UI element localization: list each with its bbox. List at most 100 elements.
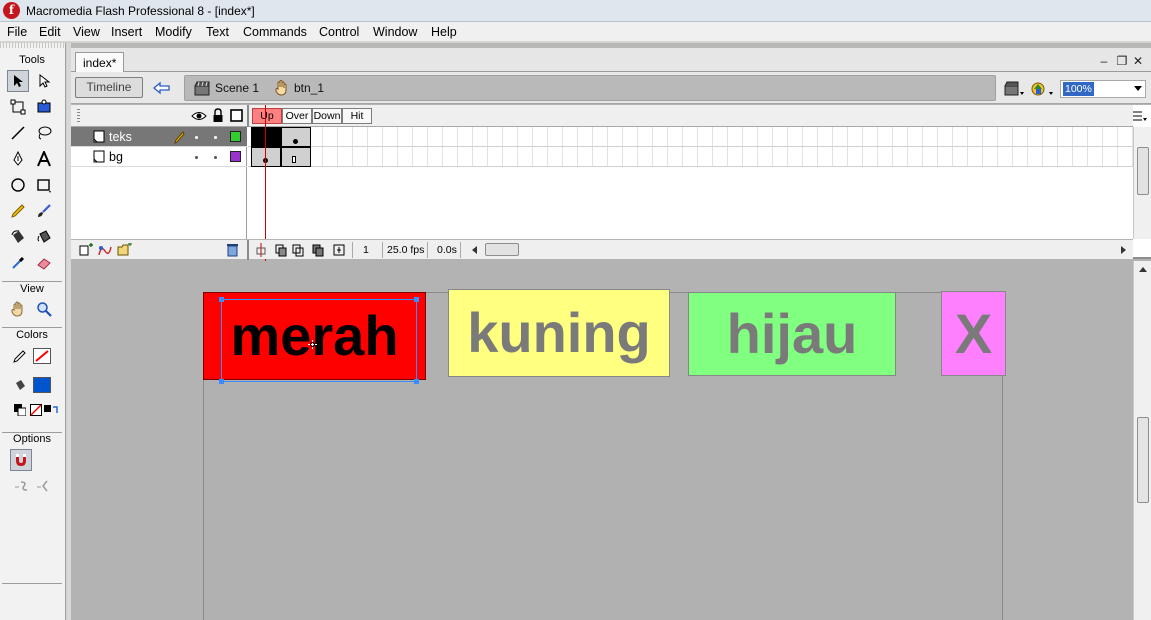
subselection-tool[interactable]: [33, 70, 55, 92]
chevron-down-icon[interactable]: [1134, 86, 1142, 91]
button-x[interactable]: X: [941, 291, 1006, 376]
lasso-tool[interactable]: [33, 122, 55, 144]
timeline-vertical-scrollbar[interactable]: [1133, 127, 1151, 239]
visibility-dot[interactable]: [195, 136, 198, 139]
show-hide-all-eye-icon[interactable]: [191, 110, 207, 122]
menu-control[interactable]: Control: [319, 25, 359, 39]
free-transform-tool[interactable]: [7, 96, 29, 118]
snap-to-objects-button[interactable]: [10, 449, 32, 471]
back-button[interactable]: [151, 79, 175, 97]
state-over[interactable]: Over: [282, 108, 312, 124]
layer-name[interactable]: bg: [109, 150, 123, 164]
scroll-up-arrow-icon[interactable]: [1139, 267, 1147, 272]
menu-text[interactable]: Text: [206, 25, 229, 39]
rectangle-tool[interactable]: [33, 174, 55, 196]
transform-handle[interactable]: [414, 379, 419, 384]
delete-layer-icon[interactable]: [226, 243, 239, 257]
transform-handle[interactable]: [219, 297, 224, 302]
swap-colors-button[interactable]: [40, 399, 62, 421]
layer-row[interactable]: teks: [71, 127, 247, 147]
edit-scene-button[interactable]: [1003, 80, 1025, 98]
timeline-options-icon[interactable]: [1132, 110, 1148, 123]
lock-all-icon[interactable]: [212, 108, 224, 123]
timeline-toggle-button[interactable]: Timeline: [75, 77, 143, 98]
button-hijau[interactable]: hijau: [688, 292, 896, 376]
timeline-divider[interactable]: [247, 105, 249, 127]
frame-span[interactable]: [281, 147, 311, 167]
add-motion-guide-icon[interactable]: [97, 243, 113, 257]
playhead[interactable]: [265, 105, 266, 261]
state-hit[interactable]: Hit: [342, 108, 372, 124]
keyframe-over[interactable]: [281, 127, 311, 147]
stroke-color-swatch[interactable]: [33, 348, 51, 364]
outline-color-swatch[interactable]: [230, 131, 241, 142]
stroke-color-icon-button[interactable]: [9, 345, 31, 367]
document-tab[interactable]: index*: [75, 52, 125, 73]
horizontal-scroll-thumb[interactable]: [485, 243, 519, 256]
menu-insert[interactable]: Insert: [111, 25, 142, 39]
smooth-button[interactable]: [11, 475, 33, 497]
menu-edit[interactable]: Edit: [39, 25, 61, 39]
breadcrumb-symbol[interactable]: btn_1: [273, 80, 324, 96]
stage-vertical-scrollbar[interactable]: [1133, 261, 1151, 620]
paint-bucket-tool[interactable]: [33, 226, 55, 248]
insert-folder-icon[interactable]: [117, 243, 132, 257]
frame-row-bg[interactable]: [248, 147, 1134, 167]
ink-bottle-tool[interactable]: [7, 226, 29, 248]
modify-onion-markers-icon[interactable]: [333, 243, 345, 257]
transform-handle[interactable]: [414, 297, 419, 302]
zoom-tool[interactable]: [33, 298, 55, 320]
center-frame-icon[interactable]: [255, 243, 267, 257]
layer-name[interactable]: teks: [109, 130, 132, 144]
menu-help[interactable]: Help: [431, 25, 457, 39]
keyframe-up[interactable]: [251, 127, 281, 147]
restore-icon[interactable]: ❐: [1115, 54, 1129, 68]
lock-dot[interactable]: [214, 136, 217, 139]
hand-tool[interactable]: [7, 298, 29, 320]
lock-dot[interactable]: [214, 156, 217, 159]
straighten-button[interactable]: [33, 475, 55, 497]
timeline-horizontal-scrollbar[interactable]: [468, 242, 1133, 258]
timeline-grip[interactable]: [77, 109, 80, 123]
edit-multiple-frames-icon[interactable]: [312, 243, 324, 257]
scroll-left-arrow-icon[interactable]: [472, 246, 477, 254]
menu-file[interactable]: File: [7, 25, 27, 39]
insert-layer-icon[interactable]: [79, 243, 93, 257]
frame-grid[interactable]: [248, 105, 1134, 261]
brush-tool[interactable]: [33, 200, 55, 222]
keyframe-up[interactable]: [251, 147, 281, 167]
visibility-dot[interactable]: [195, 156, 198, 159]
stage-scroll-thumb[interactable]: [1137, 417, 1149, 503]
edit-symbols-button[interactable]: [1031, 80, 1055, 98]
eyedropper-tool[interactable]: [7, 252, 29, 274]
menu-view[interactable]: View: [73, 25, 100, 39]
minimize-icon[interactable]: –: [1097, 54, 1111, 68]
zoom-combo[interactable]: 100%: [1060, 80, 1146, 98]
outline-all-icon[interactable]: [230, 109, 243, 122]
fill-color-swatch[interactable]: [33, 377, 51, 393]
button-kuning[interactable]: kuning: [448, 289, 670, 377]
stage-area[interactable]: merah kuning hijau X: [71, 261, 1133, 620]
frame-row-teks[interactable]: [248, 127, 1134, 147]
zoom-value[interactable]: 100%: [1063, 82, 1094, 96]
state-up[interactable]: Up: [252, 108, 282, 124]
outline-color-swatch[interactable]: [230, 151, 241, 162]
state-down[interactable]: Down: [312, 108, 342, 124]
fill-transform-tool[interactable]: [33, 96, 55, 118]
menu-modify[interactable]: Modify: [155, 25, 192, 39]
selection-bounding-box[interactable]: [219, 297, 419, 384]
scroll-right-arrow-icon[interactable]: [1121, 246, 1126, 254]
menu-window[interactable]: Window: [373, 25, 417, 39]
fill-color-icon-button[interactable]: [9, 374, 31, 396]
transform-handle[interactable]: [219, 379, 224, 384]
text-tool[interactable]: [33, 148, 55, 170]
onion-skin-icon[interactable]: [275, 243, 287, 257]
selection-tool[interactable]: [7, 70, 29, 92]
pen-tool[interactable]: [7, 148, 29, 170]
breadcrumb-scene[interactable]: Scene 1: [194, 80, 259, 96]
eraser-tool[interactable]: [33, 252, 55, 274]
pencil-tool[interactable]: [7, 200, 29, 222]
close-icon[interactable]: ✕: [1131, 54, 1145, 68]
line-tool[interactable]: [7, 122, 29, 144]
oval-tool[interactable]: [7, 174, 29, 196]
